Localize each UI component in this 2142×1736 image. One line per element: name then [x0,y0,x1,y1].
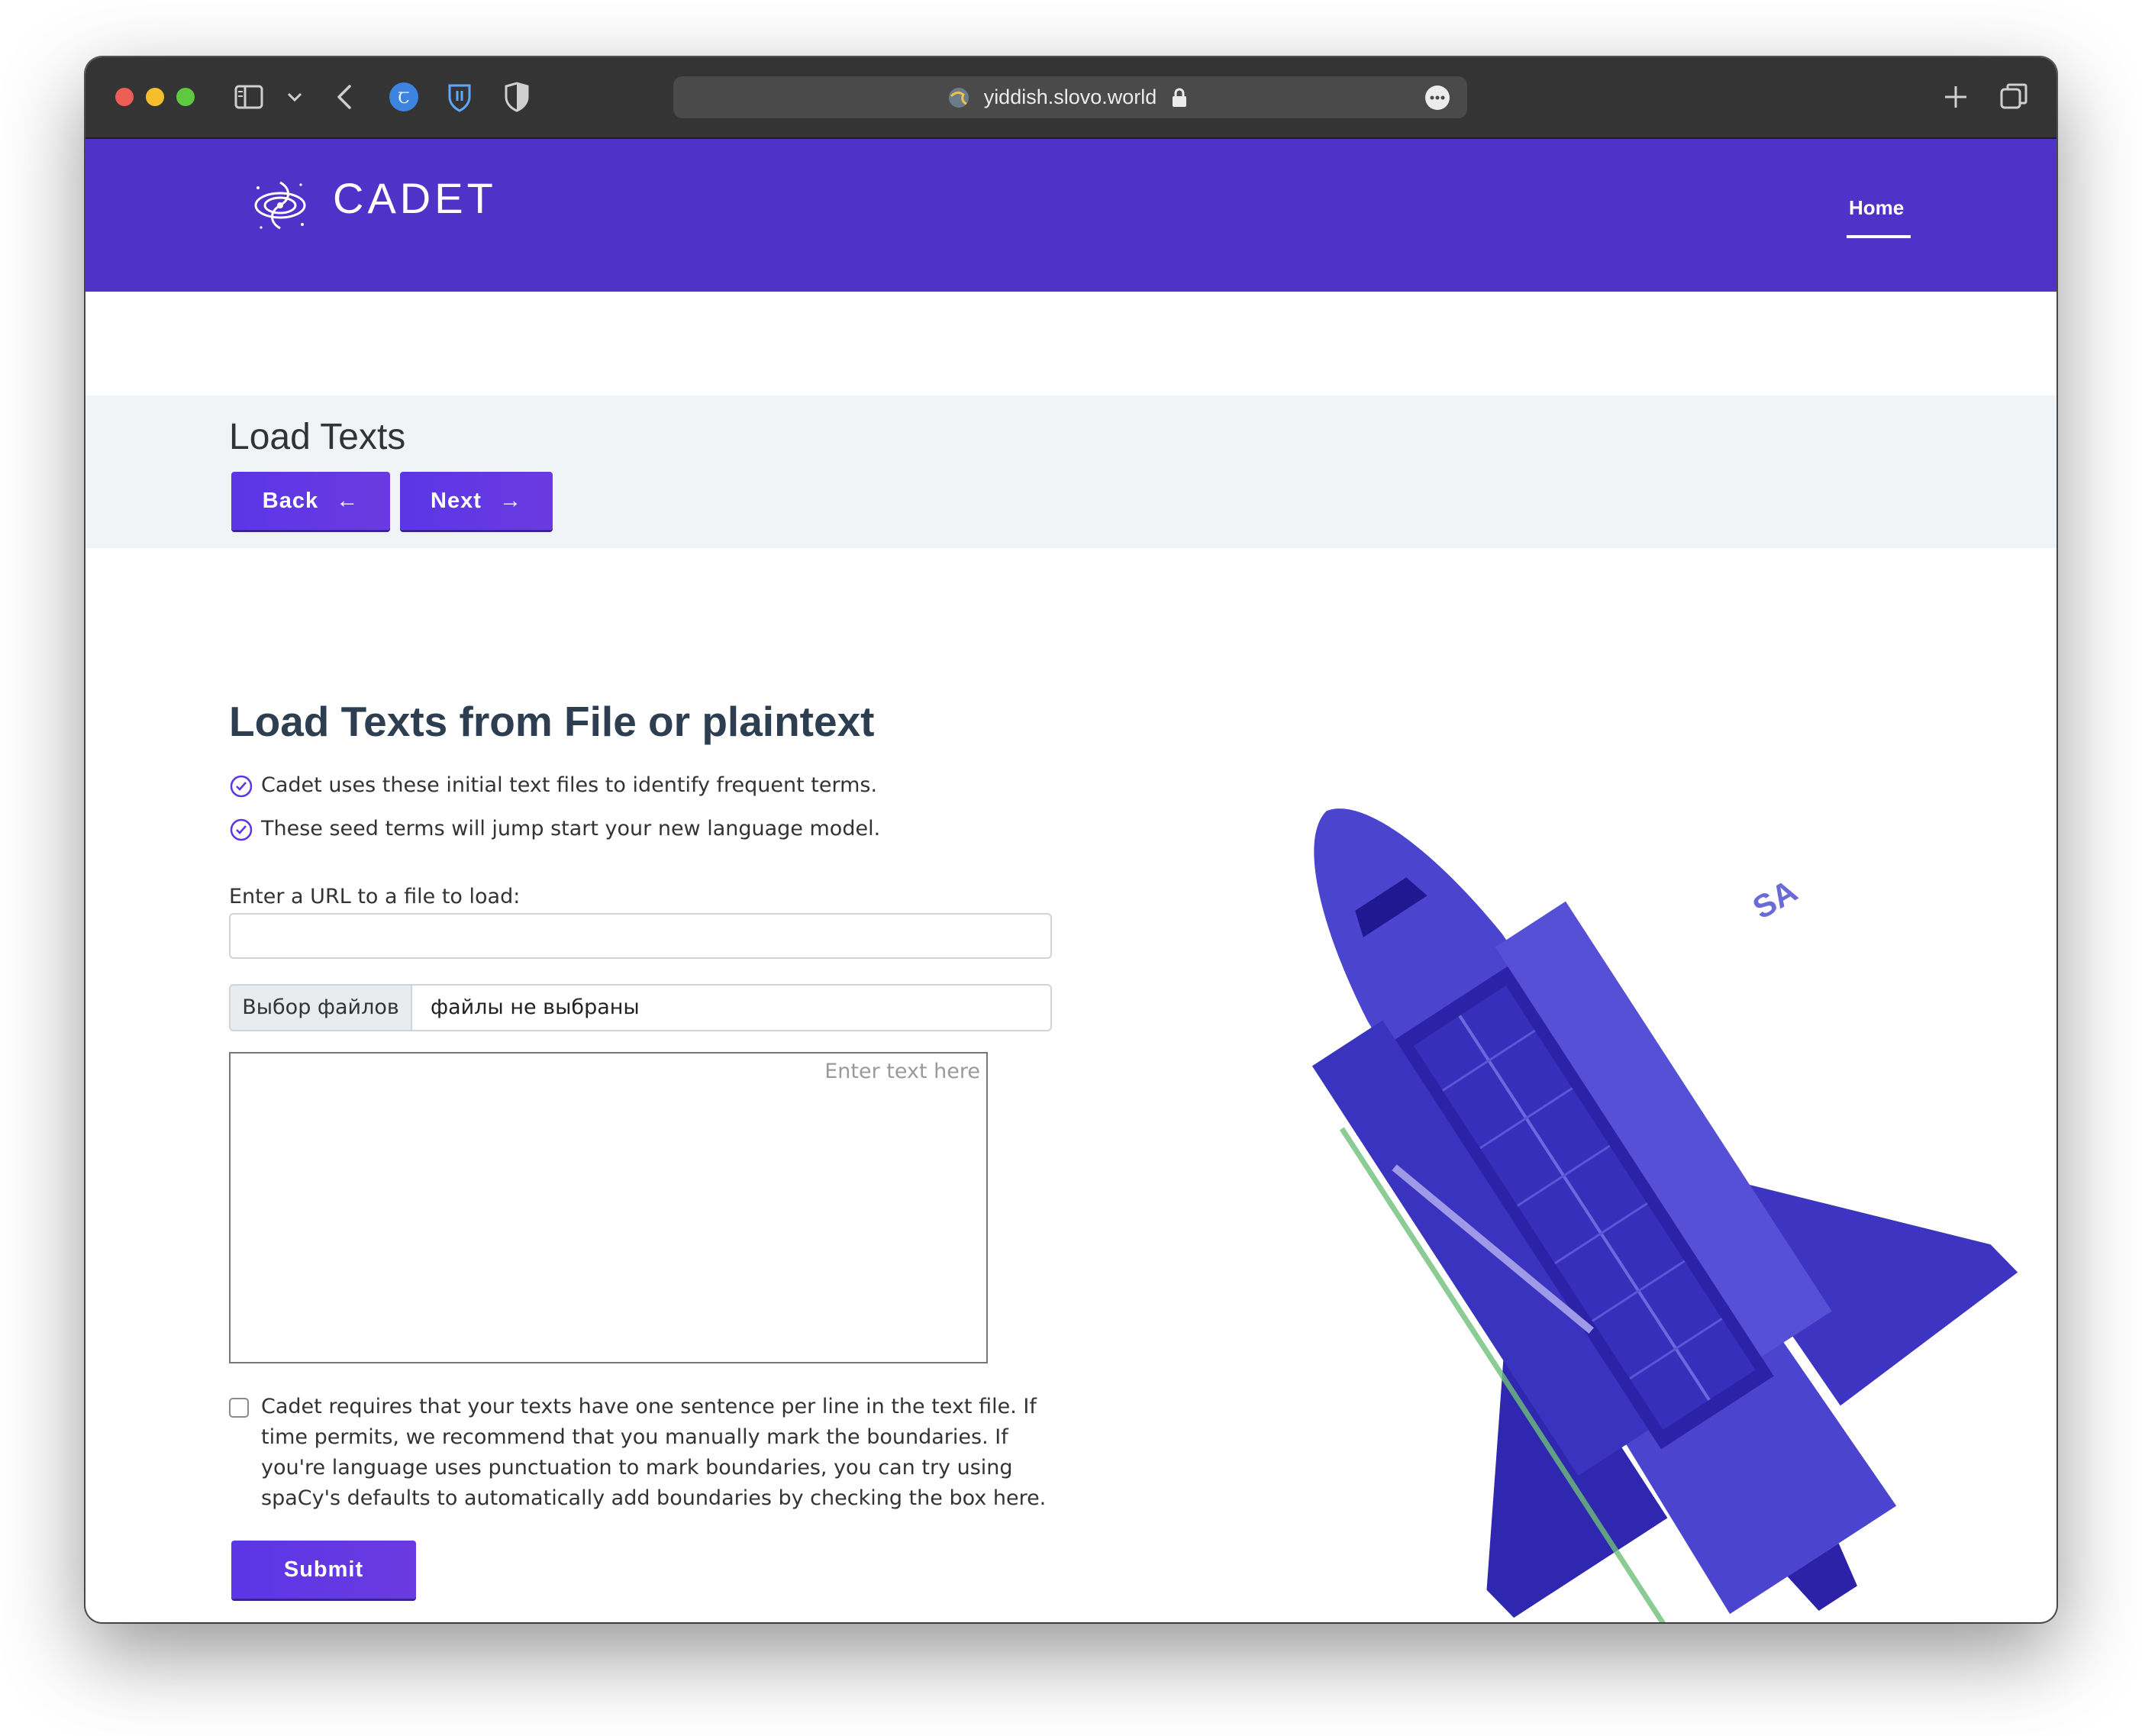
minimize-window-button[interactable] [146,88,164,106]
svg-text:Ꞇ: Ꞇ [398,89,409,107]
more-options-icon[interactable] [1424,84,1451,111]
back-button-label: Back [262,488,319,513]
check-circle-icon [230,818,253,841]
sentence-boundary-note: Cadet requires that your texts have one … [261,1395,1047,1510]
sidebar-icon[interactable] [232,80,266,114]
plaintext-textarea[interactable] [229,1052,988,1363]
url-field-label: Enter a URL to a file to load: [229,885,521,908]
brand-name[interactable]: CADET [333,173,497,223]
new-tab-icon[interactable] [1939,80,1973,114]
page-title: Load Texts [229,417,406,457]
sentence-boundary-checkbox[interactable] [229,1398,249,1418]
zoom-window-button[interactable] [176,88,195,106]
next-button-label: Next [431,488,482,513]
space-shuttle-illustration: SA [1311,808,2018,1622]
submit-button-label: Submit [283,1557,364,1582]
file-picker[interactable]: Выбор файлов файлы не выбраны [229,984,1052,1031]
galaxy-logo-icon[interactable] [247,173,313,238]
feature-check-text: These seed terms will jump start your ne… [261,817,881,841]
nav-home-link[interactable]: Home [1849,196,1904,220]
lock-icon [1173,88,1186,107]
browser-toolbar: Ꞇ yiddish.slovo.world [85,57,2057,139]
tab-overview-icon[interactable] [1997,80,2031,114]
translate-extension-icon[interactable]: Ꞇ [387,80,421,114]
file-status-text: файлы не выбраны [431,995,640,1019]
left-arrow-icon: ← [336,488,360,513]
back-arrow-icon[interactable] [328,80,362,114]
active-nav-indicator [1847,235,1911,238]
check-circle-icon [230,775,253,798]
url-input[interactable] [229,913,1052,959]
url-text: yiddish.slovo.world [983,86,1157,108]
bitwarden-icon[interactable] [443,80,476,114]
feature-check-text: Cadet uses these initial text files to i… [261,773,878,797]
address-bar[interactable]: yiddish.slovo.world [673,76,1467,118]
site-navbar: CADET Home [85,139,2057,292]
shield-icon[interactable] [500,80,534,114]
choose-files-button[interactable]: Выбор файлов [231,986,412,1030]
back-button[interactable]: Back ← [231,472,390,530]
section-heading: Load Texts from File or plaintext [229,698,875,745]
shuttle-lettering: SA [1747,873,1803,926]
right-arrow-icon: → [498,488,522,513]
next-button[interactable]: Next → [400,472,553,530]
close-window-button[interactable] [115,88,134,106]
browser-window: Ꞇ yiddish.slovo.world CADET Home Load Te… [85,57,2057,1622]
chevron-down-icon[interactable] [278,80,311,114]
submit-button[interactable]: Submit [231,1541,416,1599]
